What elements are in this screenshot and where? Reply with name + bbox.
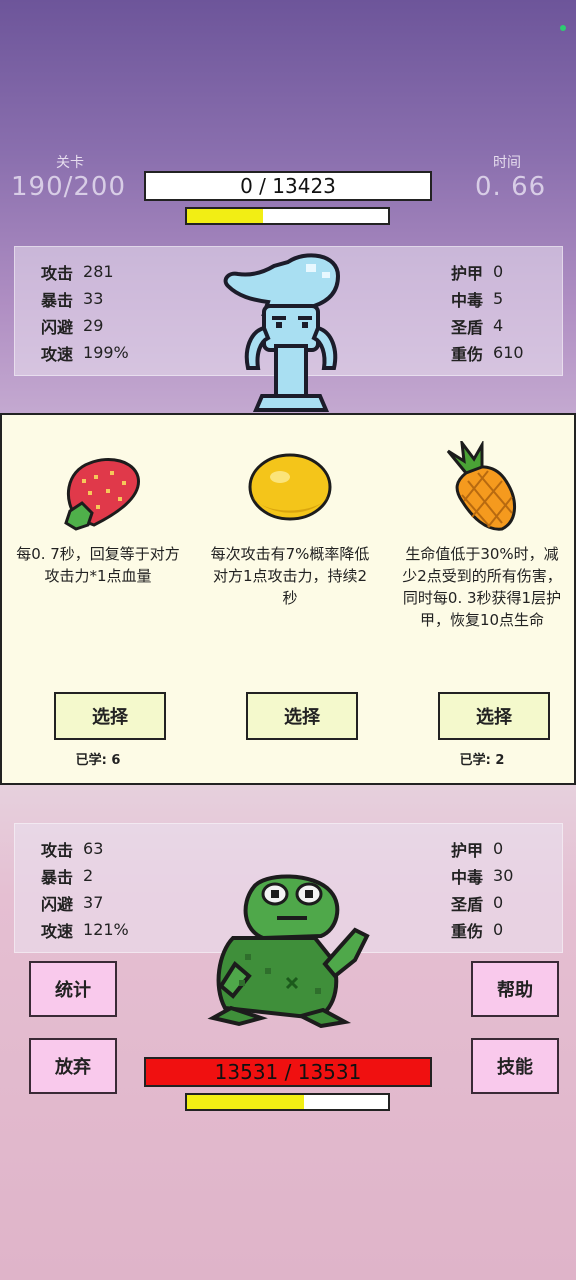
player-stat-poison: 中毒 30 xyxy=(451,866,514,887)
player-hp-text: 13531 / 13531 xyxy=(214,1060,362,1084)
enemy-stats-right: 护甲 0 中毒 5 圣盾 4 重伤 610 xyxy=(451,258,524,366)
learned-count: 已学: 6 xyxy=(75,753,121,768)
enemy-stat-shield: 圣盾 4 xyxy=(451,316,504,337)
choice-desc: 生命值低于30%时，减少2点受到的所有伤害，同时每0. 3秒获得1层护甲，恢复1… xyxy=(402,545,562,629)
player-stat-armor: 护甲 0 xyxy=(451,839,504,860)
time-value: 0. 66 xyxy=(475,172,547,202)
choice-desc: 每0. 7秒，回复等于对方攻击力*1点血量 xyxy=(16,545,180,585)
player-energy-fill xyxy=(187,1095,304,1109)
upgrade-choice-panel: 每0. 7秒，回复等于对方攻击力*1点血量 选择 已学: 6 每次攻击有7%概率… xyxy=(0,413,576,785)
enemy-stat-attack: 攻击 281 xyxy=(41,262,114,283)
player-hp-bar: 13531 / 13531 xyxy=(144,1057,432,1087)
player-energy-bar xyxy=(185,1093,390,1111)
player-stat-shield: 圣盾 0 xyxy=(451,893,504,914)
enemy-energy-fill xyxy=(187,209,264,223)
level-value: 190/200 xyxy=(11,172,127,202)
enemy-stat-armor: 护甲 0 xyxy=(451,262,504,283)
player-stats-right: 护甲 0 中毒 30 圣盾 0 重伤 0 xyxy=(451,835,513,943)
time-label: 时间 xyxy=(493,155,521,171)
enemy-hp-bar: 0 / 13423 xyxy=(144,171,432,201)
choice-card-strawberry: 每0. 7秒，回复等于对方攻击力*1点血量 选择 已学: 6 xyxy=(2,415,194,787)
stats-button[interactable]: 统计 xyxy=(29,961,117,1017)
enemy-energy-bar xyxy=(185,207,390,225)
learned-count: 已学: 2 xyxy=(459,753,505,768)
strawberry-icon xyxy=(48,441,148,531)
choice-card-lemon: 每次攻击有7%概率降低对方1点攻击力，持续2秒 选择 xyxy=(194,415,386,787)
help-button[interactable]: 帮助 xyxy=(471,961,559,1017)
player-stats-left: 攻击 63 暴击 2 闪避 37 攻速 121% xyxy=(41,835,129,943)
skills-button[interactable]: 技能 xyxy=(471,1038,559,1094)
enemy-stats-left: 攻击 281 暴击 33 闪避 29 攻速 199% xyxy=(41,258,129,366)
give-up-button[interactable]: 放弃 xyxy=(29,1038,117,1094)
select-button[interactable]: 选择 xyxy=(438,692,550,740)
player-stat-attack: 攻击 63 xyxy=(41,839,104,860)
squid-creature-icon xyxy=(218,250,356,415)
enemy-hp-text: 0 / 13423 xyxy=(240,174,336,198)
lemon-icon xyxy=(240,441,340,531)
status-dot xyxy=(560,25,566,31)
pineapple-icon xyxy=(432,441,532,531)
enemy-stat-dodge: 闪避 29 xyxy=(41,316,104,337)
player-stat-dodge: 闪避 37 xyxy=(41,893,104,914)
select-button[interactable]: 选择 xyxy=(246,692,358,740)
frog-icon xyxy=(205,868,375,1028)
enemy-stat-poison: 中毒 5 xyxy=(451,289,504,310)
choice-desc: 每次攻击有7%概率降低对方1点攻击力，持续2秒 xyxy=(210,545,370,607)
level-label: 关卡 xyxy=(56,155,84,171)
player-stat-speed: 攻速 121% xyxy=(41,920,129,941)
select-button[interactable]: 选择 xyxy=(54,692,166,740)
enemy-stat-crit: 暴击 33 xyxy=(41,289,104,310)
enemy-stat-speed: 攻速 199% xyxy=(41,343,129,364)
player-stat-wound: 重伤 0 xyxy=(451,920,504,941)
enemy-stat-wound: 重伤 610 xyxy=(451,343,524,364)
player-stat-crit: 暴击 2 xyxy=(41,866,94,887)
choice-card-pineapple: 生命值低于30%时，减少2点受到的所有伤害，同时每0. 3秒获得1层护甲，恢复1… xyxy=(386,415,576,787)
